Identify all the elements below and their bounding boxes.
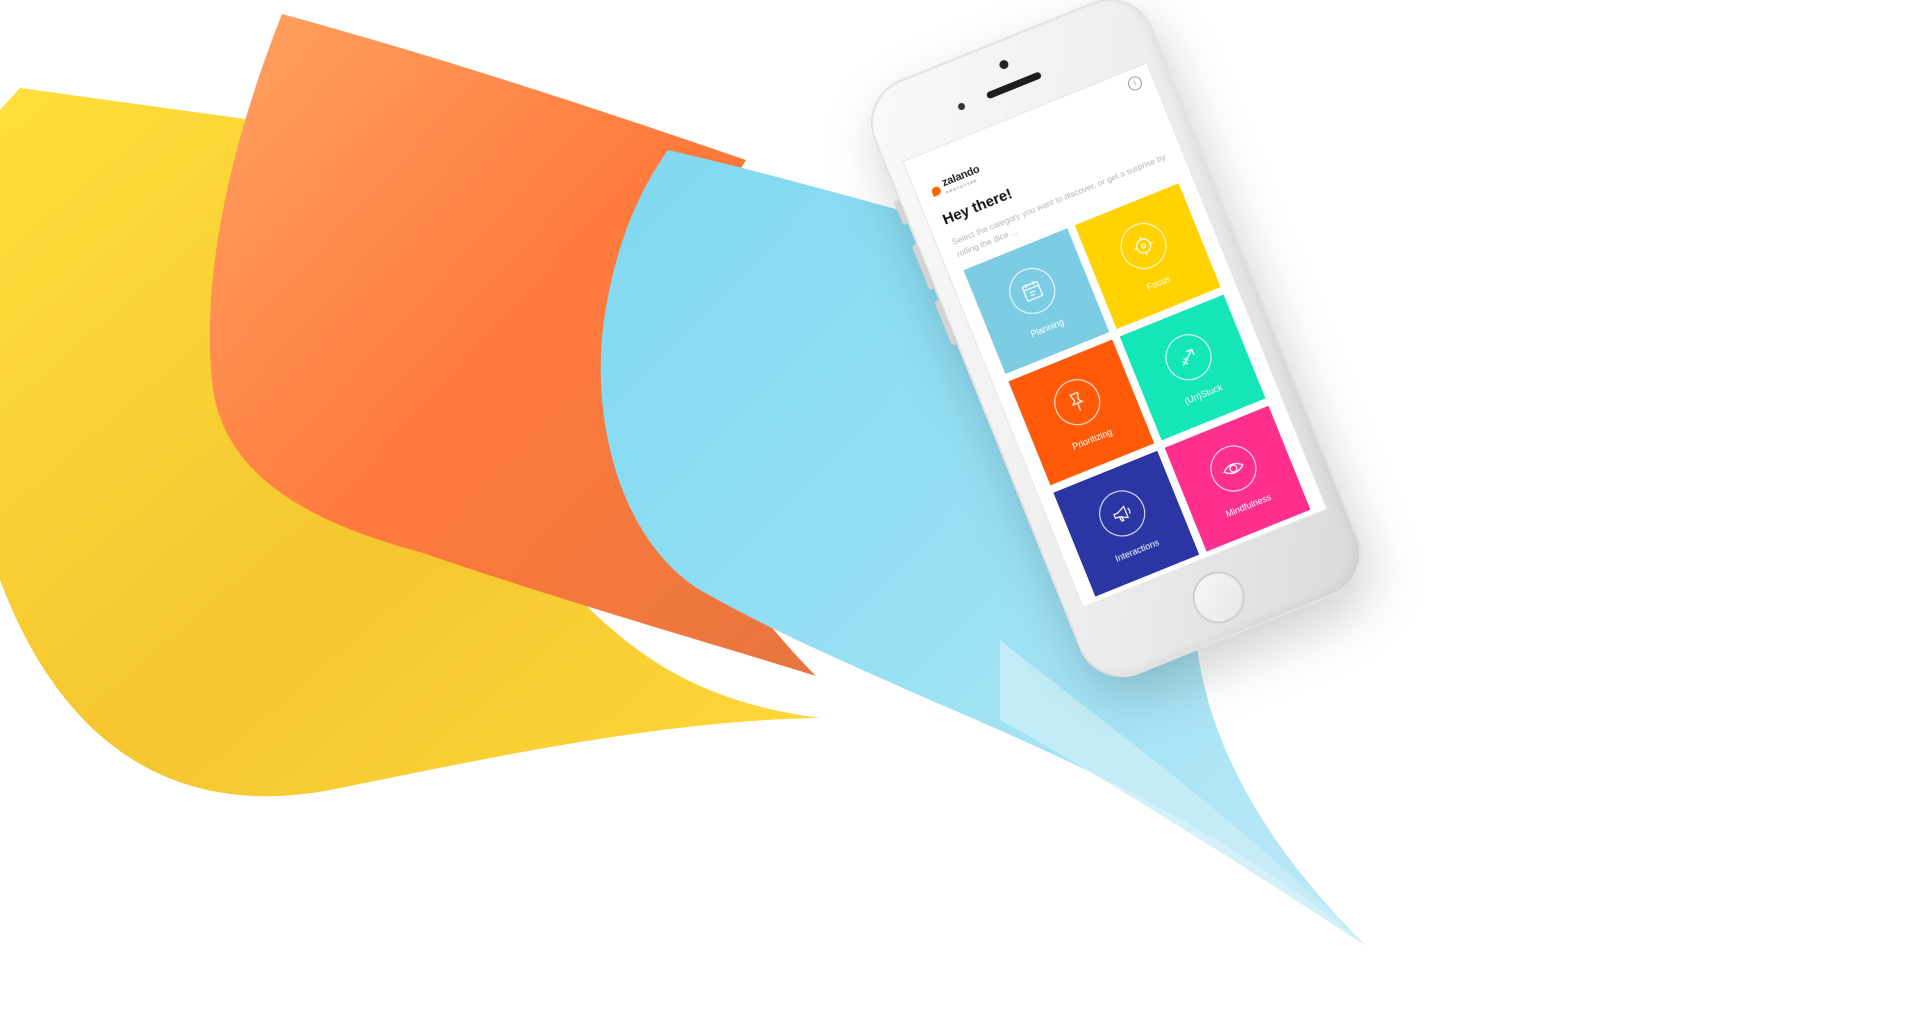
category-label: Focus	[1145, 273, 1172, 293]
home-button[interactable]	[1184, 563, 1253, 632]
calendar-icon	[1002, 260, 1063, 321]
brand-logo-mark	[930, 185, 943, 197]
category-label: Prioritizing	[1070, 426, 1114, 452]
pin-icon	[1047, 372, 1108, 433]
category-label: (Un)Stuck	[1183, 382, 1224, 407]
eye-icon	[1203, 438, 1264, 499]
arrows-icon	[1158, 327, 1219, 388]
target-icon	[1113, 216, 1174, 276]
info-icon[interactable]: i	[1125, 74, 1145, 93]
category-label: Planning	[1029, 316, 1066, 340]
category-label: Mindfulness	[1224, 491, 1273, 520]
earpiece-speaker	[985, 71, 1043, 100]
front-camera	[998, 58, 1010, 71]
proximity-sensor	[956, 101, 967, 112]
megaphone-icon	[1092, 483, 1153, 544]
category-label: Interactions	[1113, 537, 1161, 564]
